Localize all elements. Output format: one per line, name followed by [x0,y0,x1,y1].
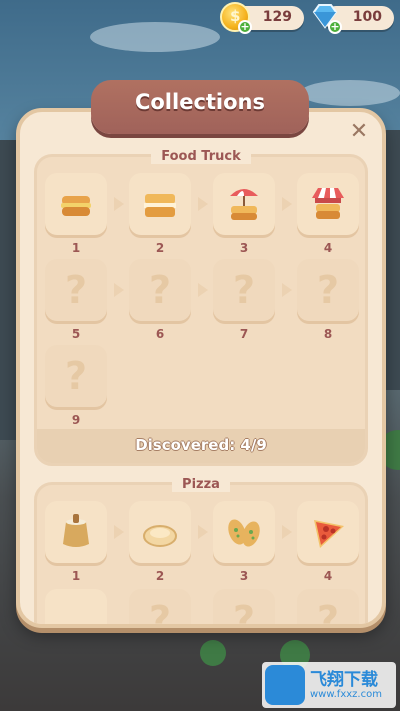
flour-sack-icon [63,514,89,547]
plus-icon[interactable]: + [328,20,342,34]
watermark: 飞翔下载 www.fxxz.com [262,662,396,708]
question-icon: ? [148,598,172,628]
slot-number: 8 [323,327,333,341]
garlic-bread-icon [228,519,260,547]
collection-slot-8[interactable]: ? [297,259,359,321]
slot-number: 1 [71,241,81,255]
collection-slot-1[interactable] [45,501,107,563]
arrow-icon [282,283,292,297]
question-icon: ? [64,354,88,398]
question-icon: ? [232,598,256,628]
collection-slot-5[interactable]: ? [45,259,107,321]
collection-slot-3[interactable] [213,173,275,235]
page-title: Collections [134,90,266,114]
plus-icon[interactable]: + [238,20,252,34]
coin-counter[interactable]: + 129 [220,2,304,34]
collection-slot-1[interactable] [45,173,107,235]
collection-slot-4[interactable] [297,501,359,563]
question-icon: ? [232,268,256,312]
collection-slot-6[interactable]: ? [129,589,191,628]
slot-number: 1 [71,569,81,583]
slot-number: 2 [155,241,165,255]
collection-slot-2[interactable] [129,501,191,563]
watermark-text: 飞翔下载 [310,670,378,690]
collection-slot-8[interactable]: ? [297,589,359,628]
collection-slot-2[interactable] [129,173,191,235]
watermark-logo-icon [265,665,305,705]
slot-number: 5 [71,327,81,341]
section-title: Pizza [37,473,365,492]
slot-number: 7 [239,327,249,341]
collection-slot-3[interactable] [213,501,275,563]
watermark-url: www.fxxz.com [310,689,382,700]
question-icon: ? [148,268,172,312]
arrow-icon [198,283,208,297]
sandwich-umbrella-icon [230,189,258,220]
collection-slot-7[interactable]: ? [213,589,275,628]
arrow-icon [114,283,124,297]
food-truck-section: Food Truck 1 2 3 4 ? ? ? ? 5 6 7 8 ? 9 D… [34,149,368,466]
discovered-count: Discovered: 4/9 [135,436,267,454]
section-title: Food Truck [37,145,365,164]
collection-slot-4[interactable] [297,173,359,235]
gem-counter[interactable]: + 100 [312,4,394,34]
arrow-icon [282,525,292,539]
collection-slot-6[interactable]: ? [129,259,191,321]
cloud [300,80,400,106]
collection-slot-5[interactable] [45,589,107,624]
arrow-icon [198,197,208,211]
toasted-sandwich-icon [144,194,176,217]
gem-amount: 100 [352,9,382,25]
cloud [90,22,220,52]
dough-icon [143,525,177,547]
question-icon: ? [64,268,88,312]
arrow-icon [198,525,208,539]
slot-number: 9 [71,413,81,427]
sandwich-icon [61,196,91,216]
collections-panel: ✕ Food Truck 1 2 3 4 ? ? ? ? 5 6 7 8 ? 9… [16,108,386,628]
slot-number: 6 [155,327,165,341]
slot-number: 3 [239,241,249,255]
coin-amount: 129 [262,9,292,25]
question-icon: ? [316,268,340,312]
collection-slot-9[interactable]: ? [45,345,107,407]
slot-number: 4 [323,241,333,255]
question-icon: ? [316,598,340,628]
arrow-icon [114,197,124,211]
collection-slot-7[interactable]: ? [213,259,275,321]
background-tree [200,640,226,666]
arrow-icon [282,197,292,211]
slot-number: 2 [155,569,165,583]
pizza-slice-icon [314,520,344,548]
collections-header: Collections [91,80,309,134]
close-icon[interactable]: ✕ [348,121,370,144]
pizza-section: Pizza 1 2 3 4 ? ? ? [34,477,368,628]
arrow-icon [114,525,124,539]
sandwich-stand-icon [312,188,344,219]
slot-number: 4 [323,569,333,583]
discovered-bar: Discovered: 4/9 [37,429,365,463]
slot-number: 3 [239,569,249,583]
